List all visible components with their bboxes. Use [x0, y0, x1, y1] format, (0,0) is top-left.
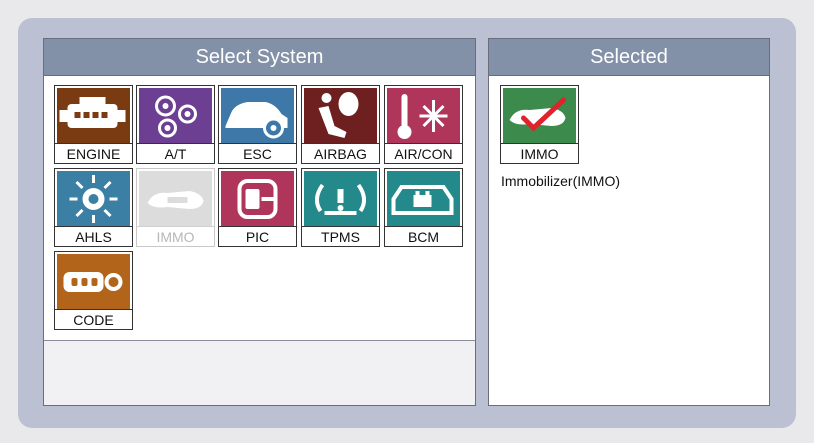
system-label: AIR/CON — [385, 143, 462, 163]
selected-description: Immobilizer(IMMO) — [501, 173, 620, 189]
status-area — [44, 340, 475, 405]
system-tile-at[interactable]: A/T — [136, 85, 215, 164]
key-check-icon — [503, 88, 576, 144]
system-label: TPMS — [302, 226, 379, 246]
system-tile-esc[interactable]: ESC — [218, 85, 297, 164]
system-tile-engine[interactable]: ENGINE — [54, 85, 133, 164]
smart-key-icon — [221, 171, 294, 227]
system-label: ESC — [219, 143, 296, 163]
system-tile-bcm[interactable]: BCM — [384, 168, 463, 247]
airbag-icon — [304, 88, 377, 144]
system-tile-code[interactable]: CODE — [54, 251, 133, 330]
system-label: ENGINE — [55, 143, 132, 163]
selected-panel: Selected IMMO Immobilizer(IMMO) — [488, 38, 770, 406]
system-tile-tpms[interactable]: TPMS — [301, 168, 380, 247]
car-brake-icon — [221, 88, 294, 144]
system-label: PIC — [219, 226, 296, 246]
key-fob-icon — [57, 254, 130, 310]
system-label: BCM — [385, 226, 462, 246]
system-tile-ahls[interactable]: AHLS — [54, 168, 133, 247]
system-label: AIRBAG — [302, 143, 379, 163]
selected-label: IMMO — [501, 143, 578, 163]
body-control-icon — [387, 171, 460, 227]
system-label: A/T — [137, 143, 214, 163]
gears-icon — [139, 88, 212, 144]
system-tile-aircon[interactable]: AIR/CON — [384, 85, 463, 164]
selected-header: Selected — [489, 39, 769, 76]
system-label: IMMO — [137, 226, 214, 246]
system-label: AHLS — [55, 226, 132, 246]
system-tile-pic[interactable]: PIC — [218, 168, 297, 247]
key-icon — [139, 171, 212, 227]
engine-icon — [57, 88, 130, 144]
select-system-header: Select System — [44, 39, 475, 76]
tire-pressure-icon — [304, 171, 377, 227]
select-system-panel: Select System ENGINE A/T ESC AIRBAG AIR/… — [43, 38, 476, 406]
headlamp-icon — [57, 171, 130, 227]
system-label: CODE — [55, 309, 132, 329]
system-tile-immo: IMMO — [136, 168, 215, 247]
aircon-icon — [387, 88, 460, 144]
system-tile-airbag[interactable]: AIRBAG — [301, 85, 380, 164]
selected-tile-immo[interactable]: IMMO — [500, 85, 579, 164]
